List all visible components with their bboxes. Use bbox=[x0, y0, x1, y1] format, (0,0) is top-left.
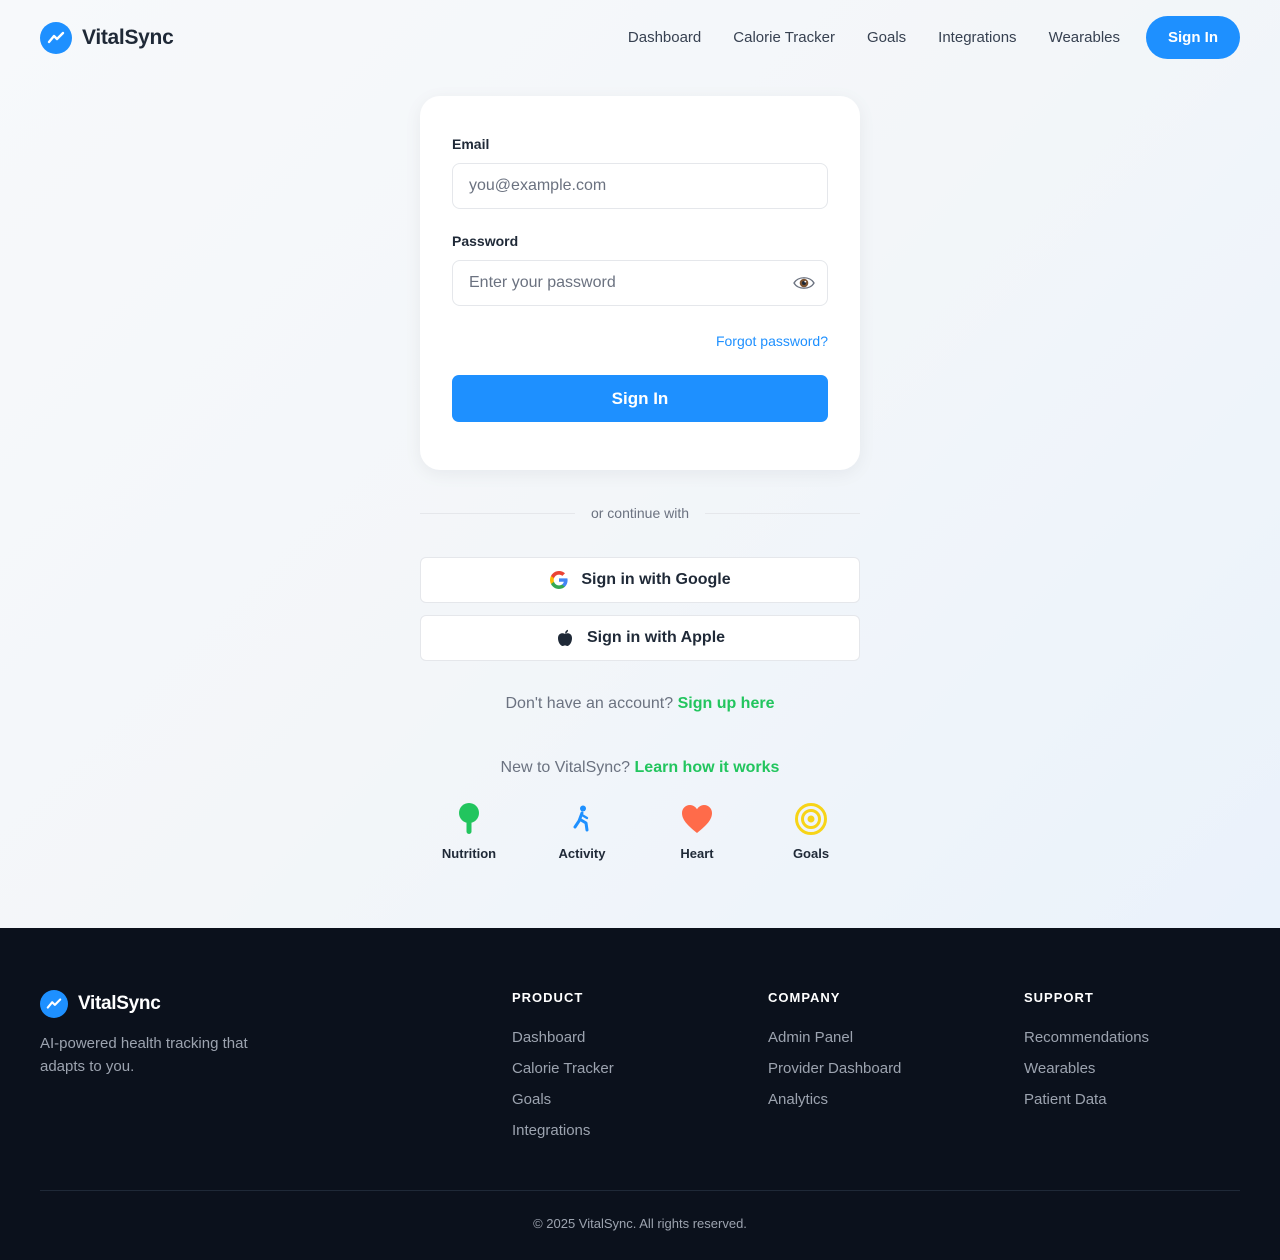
feature-label: Goals bbox=[792, 846, 830, 861]
brand-name: VitalSync bbox=[82, 25, 174, 49]
page-main: VitalSync Dashboard Calorie Tracker Goal… bbox=[0, 0, 1280, 928]
nav-link-integrations[interactable]: Integrations bbox=[938, 29, 1016, 46]
footer-link-patient-data[interactable]: Patient Data bbox=[1024, 1091, 1149, 1122]
sign-up-link[interactable]: Sign up here bbox=[678, 695, 775, 712]
feature-goals: Goals bbox=[771, 802, 851, 861]
password-label: Password bbox=[452, 233, 519, 249]
footer-column-company: COMPANY Admin Panel Provider Dashboard A… bbox=[768, 990, 901, 1122]
signup-prompt-text: Don't have an account? bbox=[505, 695, 674, 712]
target-icon bbox=[771, 802, 851, 836]
footer-divider bbox=[40, 1190, 1240, 1191]
email-label: Email bbox=[452, 136, 490, 152]
site-footer: VitalSync AI-powered health tracking tha… bbox=[0, 928, 1280, 1260]
nav-link-goals[interactable]: Goals bbox=[867, 29, 906, 46]
password-wrapper bbox=[452, 249, 828, 306]
activity-icon bbox=[542, 802, 622, 836]
footer-link-analytics[interactable]: Analytics bbox=[768, 1091, 901, 1122]
feature-heart: Heart bbox=[657, 802, 737, 861]
footer-tagline: AI-powered health tracking that adapts t… bbox=[40, 1035, 248, 1075]
trend-line-icon bbox=[40, 990, 68, 1018]
sign-in-card: Email Password Forgot password? Sign In bbox=[420, 96, 860, 470]
nutrition-icon bbox=[429, 802, 509, 836]
forgot-row: Forgot password? bbox=[452, 333, 828, 349]
footer-column-title: PRODUCT bbox=[512, 990, 584, 1005]
learn-prompt-text: New to VitalSync? bbox=[500, 759, 631, 776]
heart-icon bbox=[657, 802, 737, 836]
password-field[interactable] bbox=[452, 260, 828, 306]
apple-sign-in-label: Sign in with Apple bbox=[586, 629, 726, 646]
footer-copyright: © 2025 VitalSync. All rights reserved. bbox=[533, 1216, 747, 1231]
apple-icon bbox=[555, 628, 575, 648]
divider-text: or continue with bbox=[590, 505, 690, 521]
footer-link-provider-dashboard[interactable]: Provider Dashboard bbox=[768, 1060, 901, 1091]
feature-icons: Nutrition Activity Heart Goals bbox=[420, 802, 860, 864]
feature-activity: Activity bbox=[542, 802, 622, 861]
nav-link-dashboard[interactable]: Dashboard bbox=[628, 29, 701, 46]
nav-link-wearables[interactable]: Wearables bbox=[1049, 29, 1120, 46]
divider-line bbox=[705, 512, 860, 514]
sign-in-button[interactable]: Sign In bbox=[452, 375, 828, 422]
divider-line bbox=[420, 512, 575, 514]
feature-label: Heart bbox=[680, 846, 714, 861]
learn-prompt: New to VitalSync? Learn how it works bbox=[0, 759, 1280, 777]
main-nav: Dashboard Calorie Tracker Goals Integrat… bbox=[628, 16, 1240, 59]
footer-column-title: COMPANY bbox=[768, 990, 841, 1005]
footer-link-dashboard[interactable]: Dashboard bbox=[512, 1029, 614, 1060]
footer-brand[interactable]: VitalSync bbox=[40, 990, 161, 1018]
footer-link-goals[interactable]: Goals bbox=[512, 1091, 614, 1122]
feature-label: Activity bbox=[558, 846, 606, 861]
learn-how-link[interactable]: Learn how it works bbox=[635, 759, 780, 776]
footer-link-admin-panel[interactable]: Admin Panel bbox=[768, 1029, 901, 1060]
footer-brand-name: VitalSync bbox=[78, 993, 161, 1014]
site-header: VitalSync Dashboard Calorie Tracker Goal… bbox=[40, 16, 1240, 59]
google-icon bbox=[549, 570, 569, 590]
footer-column-title: SUPPORT bbox=[1024, 990, 1094, 1005]
forgot-password-link[interactable]: Forgot password? bbox=[716, 333, 828, 349]
footer-link-wearables[interactable]: Wearables bbox=[1024, 1060, 1149, 1091]
feature-nutrition: Nutrition bbox=[429, 802, 509, 861]
feature-label: Nutrition bbox=[441, 846, 497, 861]
trend-line-icon bbox=[40, 21, 72, 54]
footer-link-calorie-tracker[interactable]: Calorie Tracker bbox=[512, 1060, 614, 1091]
signup-prompt: Don't have an account? Sign up here bbox=[0, 695, 1280, 713]
brand-logo[interactable]: VitalSync bbox=[40, 21, 174, 54]
email-field[interactable] bbox=[452, 163, 828, 209]
or-divider: or continue with bbox=[420, 503, 860, 523]
apple-sign-in-button[interactable]: Sign in with Apple bbox=[420, 615, 860, 661]
footer-link-integrations[interactable]: Integrations bbox=[512, 1122, 614, 1153]
header-sign-in-button[interactable]: Sign In bbox=[1146, 16, 1240, 59]
google-sign-in-button[interactable]: Sign in with Google bbox=[420, 557, 860, 603]
eye-icon[interactable] bbox=[792, 271, 816, 295]
footer-column-support: SUPPORT Recommendations Wearables Patien… bbox=[1024, 990, 1149, 1122]
nav-link-calorie-tracker[interactable]: Calorie Tracker bbox=[733, 29, 835, 46]
footer-link-recommendations[interactable]: Recommendations bbox=[1024, 1029, 1149, 1060]
google-sign-in-label: Sign in with Google bbox=[581, 571, 731, 588]
footer-column-product: PRODUCT Dashboard Calorie Tracker Goals … bbox=[512, 990, 614, 1153]
